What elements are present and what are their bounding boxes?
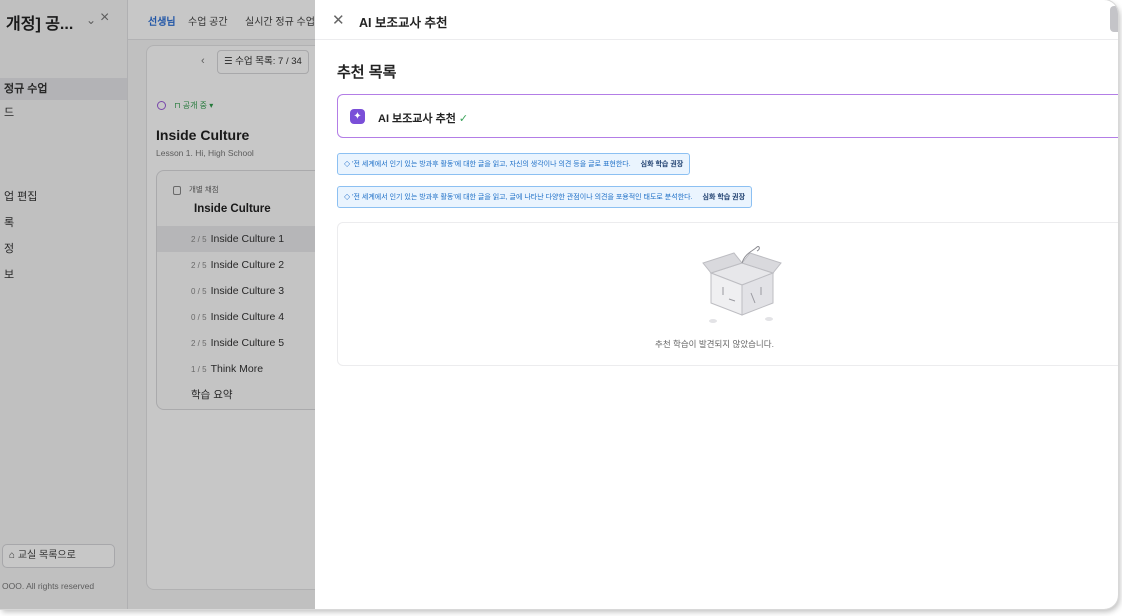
ai-recommend-box[interactable]: ✦ AI 보조교사 추천 ✓ (337, 94, 1118, 138)
drawer-title: AI 보조교사 추천 (359, 16, 448, 30)
ai-recommend-label: AI 보조교사 추천 ✓ (378, 110, 468, 126)
tag-icon: ◇ (344, 159, 351, 168)
empty-state-message: 추천 학습이 발견되지 않았습니다. (655, 339, 774, 349)
empty-box-icon (702, 246, 782, 323)
close-icon[interactable]: ✕ (332, 11, 345, 29)
achievement-standard-tag[interactable]: ◇ '전 세계에서 인기 있는 방과후 활동'에 대한 글을 읽고, 글에 나타난… (337, 186, 753, 208)
scrollbar-handle[interactable] (1110, 6, 1118, 32)
drawer-header: ✕ AI 보조교사 추천 (315, 0, 1118, 40)
ai-recommend-text: AI 보조교사 추천 (378, 113, 456, 125)
ai-assistant-drawer: ✕ AI 보조교사 추천 추천 목록 ✦ AI 보조교사 추천 ✓ ◇ '전 세계에… (315, 0, 1118, 609)
screenshot-frame: 개정] 공... ⌄ × 정규 수업 드 업 편집 록 정 보 ⌂ 교실 목록으… (0, 0, 1122, 616)
tag-icon: ◇ (344, 192, 351, 201)
ai-sparkle-icon: ✦ (350, 109, 365, 124)
recommendation-list-heading: 추천 목록 (337, 64, 397, 81)
achievement-standard-tag[interactable]: ◇ '전 세계에서 인기 있는 방과후 활동'에 대한 글을 읽고, 자신의 생각… (337, 153, 691, 175)
standard-text: '전 세계에서 인기 있는 방과후 활동'에 대한 글을 읽고, 글에 나타난 … (352, 194, 693, 201)
standard-text: '전 세계에서 인기 있는 방과후 활동'에 대한 글을 읽고, 자신의 생각이… (352, 161, 631, 168)
app-window: 개정] 공... ⌄ × 정규 수업 드 업 편집 록 정 보 ⌂ 교실 목록으… (0, 0, 1118, 609)
recommendation-badge: 심화 학습 권장 (702, 194, 746, 201)
empty-state: 추천 학습이 발견되지 않았습니다. (337, 222, 1118, 366)
check-icon: ✓ (458, 113, 469, 125)
recommendation-badge: 심화 학습 권장 (640, 161, 684, 168)
